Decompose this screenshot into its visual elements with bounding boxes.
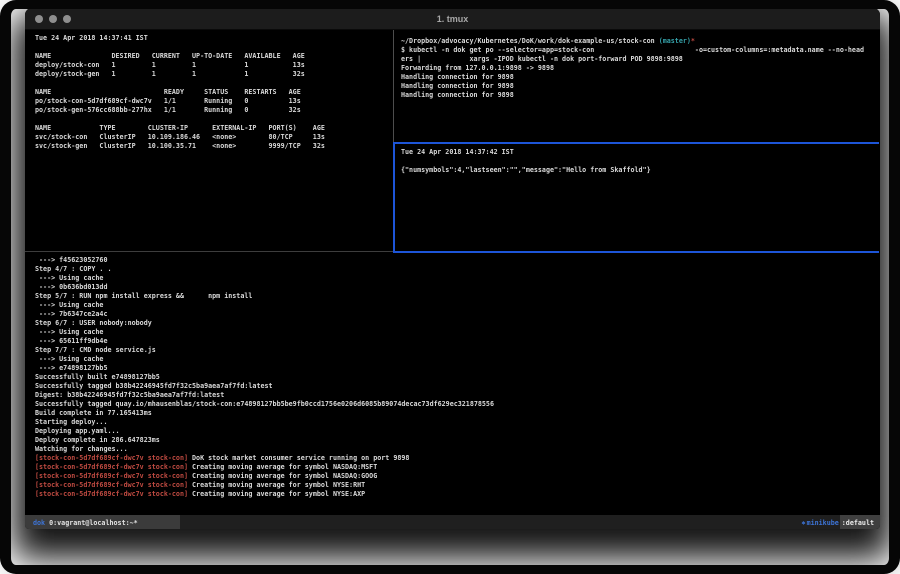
session-name: dok xyxy=(33,519,45,527)
pane-divider-horizontal-left[interactable] xyxy=(25,251,394,252)
status-right: ⎈ minikube :default xyxy=(796,515,880,529)
active-pane-border-top[interactable] xyxy=(393,142,879,144)
pane-skaffold-log[interactable]: ---> f45623052760Step 4/7 : COPY . . ---… xyxy=(25,253,880,517)
active-pane-border-left[interactable] xyxy=(393,142,395,252)
terminal-window: 1. tmux Tue 24 Apr 2018 14:37:41 IST NAM… xyxy=(25,8,880,529)
service-response-output: Tue 24 Apr 2018 14:37:42 IST {"numsymbol… xyxy=(401,148,880,175)
active-window-label: 0:vagrant@localhost:~* xyxy=(49,519,138,527)
pane-port-forward[interactable]: ~/Dropbox/advocacy/Kubernetes/DoK/work/d… xyxy=(395,30,880,149)
pane-divider-vertical[interactable] xyxy=(393,30,394,142)
skaffold-log-output: ---> f45623052760Step 4/7 : COPY . . ---… xyxy=(35,256,880,499)
tmux-status-bar: dok 0:vagrant@localhost:~* ⎈ minikube :d… xyxy=(25,515,880,529)
kube-context: minikube xyxy=(807,519,840,527)
kubectl-watch-output: Tue 24 Apr 2018 14:37:41 IST NAME DESIRE… xyxy=(35,34,403,151)
status-window-tab[interactable]: dok 0:vagrant@localhost:~* xyxy=(25,515,180,529)
window-title: 1. tmux xyxy=(25,14,880,24)
kubernetes-helm-icon: ⎈ xyxy=(796,519,807,527)
pane-service-response[interactable]: Tue 24 Apr 2018 14:37:42 IST {"numsymbol… xyxy=(395,144,880,255)
active-pane-border-bottom[interactable] xyxy=(393,251,879,253)
kube-namespace: :default xyxy=(840,515,880,529)
page-background: 1. tmux Tue 24 Apr 2018 14:37:41 IST NAM… xyxy=(0,0,900,574)
pane-kubectl-watch[interactable]: Tue 24 Apr 2018 14:37:41 IST NAME DESIRE… xyxy=(25,30,403,255)
tmux-panes: Tue 24 Apr 2018 14:37:41 IST NAME DESIRE… xyxy=(25,30,880,515)
window-titlebar[interactable]: 1. tmux xyxy=(25,8,880,30)
port-forward-output: ~/Dropbox/advocacy/Kubernetes/DoK/work/d… xyxy=(401,37,880,100)
